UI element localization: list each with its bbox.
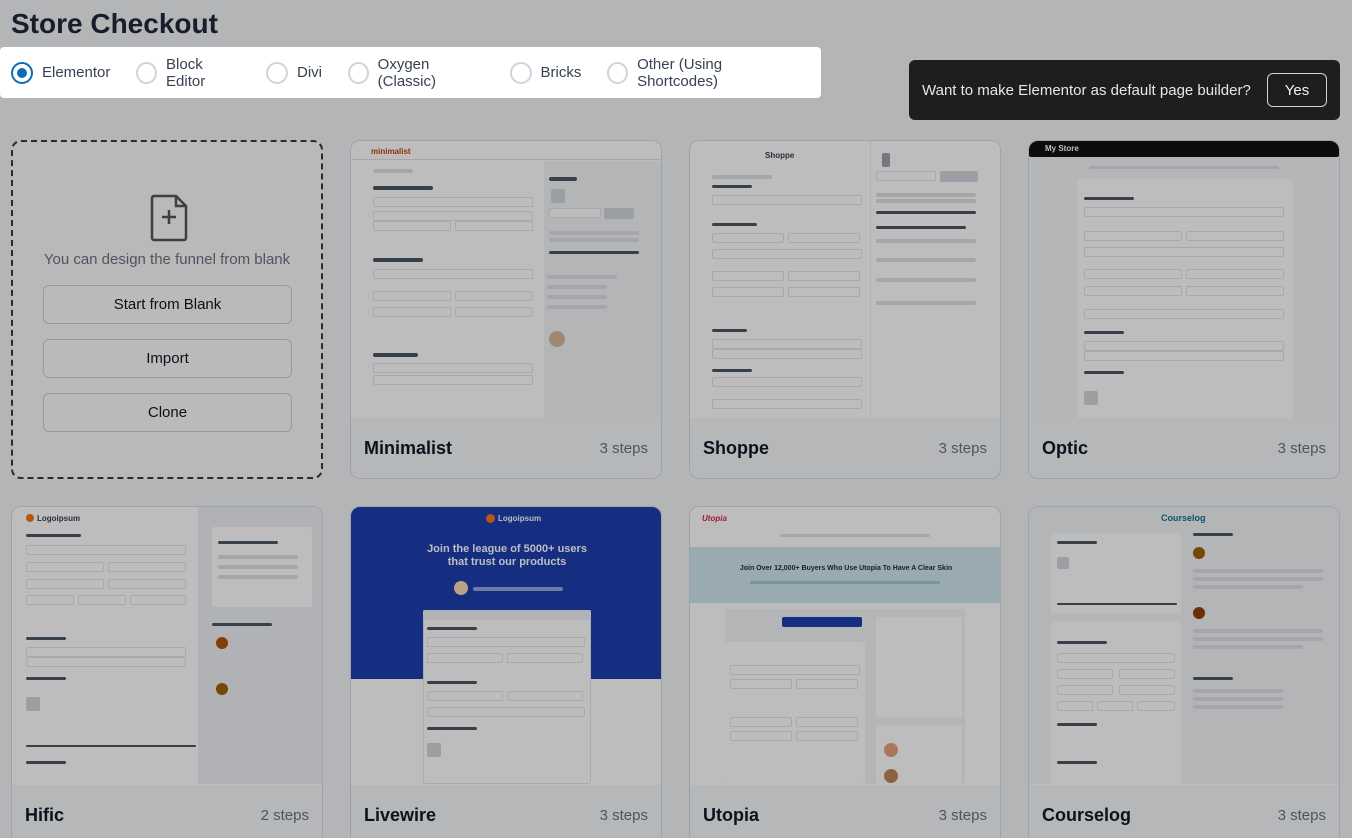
radio-icon[interactable] bbox=[136, 61, 158, 84]
template-logo: Logoipsum bbox=[37, 514, 81, 523]
clone-button[interactable]: Clone bbox=[43, 393, 292, 432]
template-footer: Shoppe 3 steps bbox=[690, 418, 1000, 478]
start-from-blank-button[interactable]: Start from Blank bbox=[43, 285, 292, 324]
builder-option-oxygen[interactable]: Oxygen (Classic) bbox=[348, 56, 484, 90]
template-steps: 3 steps bbox=[599, 439, 648, 457]
template-preview: Utopia Join Over 12,000+ Buyers Who Use … bbox=[690, 507, 1000, 784]
template-logo: Courselog bbox=[1161, 513, 1206, 523]
radio-icon[interactable] bbox=[509, 61, 532, 84]
template-card-courselog[interactable]: Courselog Courselog 3 steps bbox=[1028, 506, 1340, 838]
template-logo: minimalist bbox=[371, 147, 411, 156]
template-footer: Courselog 3 steps bbox=[1029, 785, 1339, 838]
blank-funnel-card: You can design the funnel from blank Sta… bbox=[11, 140, 323, 479]
notice-text: Want to make Elementor as default page b… bbox=[922, 81, 1251, 99]
builder-option-bricks[interactable]: Bricks bbox=[509, 61, 581, 84]
template-logo: Shoppe bbox=[765, 151, 795, 160]
template-steps: 3 steps bbox=[1277, 806, 1326, 824]
template-preview: Logoipsum Join the league of 5000+ users… bbox=[351, 507, 661, 784]
builder-option-divi[interactable]: Divi bbox=[266, 61, 322, 84]
builder-option-elementor[interactable]: Elementor bbox=[11, 61, 110, 84]
radio-icon[interactable] bbox=[607, 61, 629, 84]
template-steps: 3 steps bbox=[938, 806, 987, 824]
radio-selected-icon[interactable] bbox=[11, 61, 33, 84]
template-steps: 3 steps bbox=[599, 806, 648, 824]
blank-description: You can design the funnel from blank bbox=[43, 251, 291, 268]
template-headline: Join Over 12,000+ Buyers Who Use Utopia … bbox=[739, 565, 953, 572]
template-logo: My Store bbox=[1045, 144, 1079, 153]
template-name: Utopia bbox=[703, 804, 759, 825]
template-card-minimalist[interactable]: minimalist Minimalist 3 steps bbox=[350, 140, 662, 479]
template-name: Optic bbox=[1042, 437, 1089, 458]
template-preview: My Store bbox=[1029, 141, 1339, 418]
new-document-icon bbox=[150, 194, 188, 242]
template-name: Hific bbox=[25, 804, 65, 825]
template-footer: Minimalist 3 steps bbox=[351, 418, 661, 478]
template-footer: Optic 3 steps bbox=[1029, 418, 1339, 478]
default-builder-notice: Want to make Elementor as default page b… bbox=[909, 60, 1340, 120]
template-name: Livewire bbox=[364, 804, 437, 825]
import-button[interactable]: Import bbox=[43, 339, 292, 378]
template-steps: 3 steps bbox=[938, 439, 987, 457]
template-card-optic[interactable]: My Store Optic 3 steps bbox=[1028, 140, 1340, 479]
template-steps: 2 steps bbox=[260, 806, 309, 824]
page-title: Store Checkout bbox=[11, 8, 218, 39]
template-preview: minimalist bbox=[351, 141, 661, 418]
template-preview: Logoipsum bbox=[12, 507, 322, 784]
template-logo: Logoipsum bbox=[498, 514, 542, 523]
template-preview: Courselog bbox=[1029, 507, 1339, 784]
template-footer: Hific 2 steps bbox=[12, 785, 322, 838]
page-builder-selector: Elementor Block Editor Divi Oxygen (Clas… bbox=[0, 47, 821, 98]
template-name: Courselog bbox=[1042, 804, 1132, 825]
template-preview: Shoppe bbox=[690, 141, 1000, 418]
template-logo: Utopia bbox=[702, 514, 727, 523]
template-name: Shoppe bbox=[703, 437, 769, 458]
template-card-utopia[interactable]: Utopia Join Over 12,000+ Buyers Who Use … bbox=[689, 506, 1001, 838]
radio-icon[interactable] bbox=[266, 61, 288, 84]
template-name: Minimalist bbox=[364, 437, 453, 458]
template-card-hific[interactable]: Logoipsum Hific 2 steps bbox=[11, 506, 323, 838]
template-steps: 3 steps bbox=[1277, 439, 1326, 457]
template-card-shoppe[interactable]: Shoppe Shoppe 3 steps bbox=[689, 140, 1001, 479]
template-card-livewire[interactable]: Logoipsum Join the league of 5000+ users… bbox=[350, 506, 662, 838]
template-footer: Utopia 3 steps bbox=[690, 785, 1000, 838]
template-headline: Join the league of 5000+ users that trus… bbox=[427, 543, 587, 568]
builder-option-other[interactable]: Other (Using Shortcodes) bbox=[607, 56, 795, 90]
builder-option-block-editor[interactable]: Block Editor bbox=[136, 56, 240, 90]
template-footer: Livewire 3 steps bbox=[351, 785, 661, 838]
radio-icon[interactable] bbox=[348, 61, 369, 84]
yes-button[interactable]: Yes bbox=[1267, 73, 1327, 107]
